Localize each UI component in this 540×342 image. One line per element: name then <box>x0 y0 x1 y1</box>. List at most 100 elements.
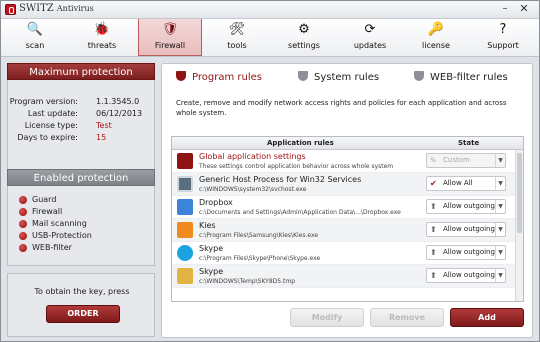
add-button[interactable]: Add <box>450 308 524 327</box>
chevron-down-icon: ▼ <box>495 154 505 167</box>
kies-icon <box>177 222 193 238</box>
app-path: c:\Documents and Settings\Admin\Applicat… <box>199 209 401 216</box>
remove-button[interactable]: Remove <box>370 308 444 327</box>
refresh-icon: ⟳ <box>364 22 376 37</box>
toolbar-label: tools <box>227 41 247 50</box>
question-icon: ? <box>499 22 507 37</box>
title-bar: SWITZ Antivirus – ✕ <box>1 1 539 19</box>
app-name: Global application settings <box>199 152 306 161</box>
feature-item: Firewall <box>19 207 62 216</box>
skype-icon <box>177 245 193 261</box>
state-label: Allow outgoing <box>443 248 495 256</box>
app-path: These settings control application behav… <box>199 163 394 170</box>
app-name: Skype <box>199 267 224 276</box>
modify-button[interactable]: Modify <box>290 308 364 327</box>
feature-item: Guard <box>19 195 56 204</box>
enabled-header: Enabled protection <box>7 169 155 186</box>
app-path: c:\WINDOWS\system32\svchost.exe <box>199 186 307 193</box>
bug-icon: 🐞 <box>93 22 111 37</box>
main-toolbar: 🔍 scan 🐞 threats 🛡 Firewall 🛠 tools ⚙ se… <box>1 19 539 57</box>
arrow-up-icon: ⬆ <box>430 202 437 211</box>
chevron-down-icon[interactable]: ▼ <box>495 223 505 236</box>
dropbox-icon <box>177 199 193 215</box>
table-row[interactable]: Skype c:\WINDOWS\Temp\SKY8D5.tmp ⬆ Allow… <box>172 265 515 288</box>
app-name: Dropbox <box>199 198 233 207</box>
info-key: Last update: <box>27 109 78 118</box>
info-key: License type: <box>24 121 78 130</box>
toolbar-label: license <box>422 41 450 50</box>
order-button[interactable]: ORDER <box>46 305 120 323</box>
table-row[interactable]: Kies c:\Program Files\Samsung\Kies\Kies.… <box>172 219 515 242</box>
toolbar-scan[interactable]: 🔍 scan <box>3 19 67 56</box>
chevron-down-icon[interactable]: ▼ <box>495 200 505 213</box>
scrollbar-thumb[interactable] <box>517 153 522 233</box>
minimize-button[interactable]: – <box>498 3 512 16</box>
feature-item: USB-Protection <box>19 231 92 240</box>
tab-web-filter-rules[interactable]: WEB-filter rules <box>414 71 508 83</box>
toolbar-threats[interactable]: 🐞 threats <box>70 19 134 56</box>
status-dot-icon <box>19 208 27 216</box>
info-key: Program version: <box>9 97 78 106</box>
tab-system-rules[interactable]: System rules <box>298 71 379 83</box>
version-value: 1.1.3545.0 <box>96 97 140 106</box>
app-name: Skype <box>199 244 224 253</box>
shield-icon <box>298 71 308 81</box>
panel-description: Create, remove and modify network access… <box>176 99 507 117</box>
key-icon: 🔑 <box>427 22 445 37</box>
order-text: To obtain the key, press <box>34 287 130 296</box>
arrow-up-icon: ⬆ <box>430 271 437 280</box>
shield-icon <box>414 71 424 81</box>
state-select[interactable]: ⬆ Allow outgoing ▼ <box>426 222 506 237</box>
expire-value: 15 <box>96 133 107 142</box>
table-row[interactable]: Skype c:\Program Files\Skype\Phone\Skype… <box>172 242 515 265</box>
toolbar-label: settings <box>288 41 320 50</box>
protection-info: Program version: 1.1.3545.0 Last update:… <box>7 80 155 170</box>
enabled-list: Guard Firewall Mail scanning USB-Protect… <box>7 186 155 266</box>
magnifier-icon: 🔍 <box>26 22 44 37</box>
state-label: Allow outgoing <box>443 225 495 233</box>
chevron-down-icon[interactable]: ▼ <box>495 177 505 190</box>
table-scrollbar[interactable] <box>515 150 523 301</box>
state-select[interactable]: ⬆ Allow outgoing ▼ <box>426 199 506 214</box>
gear-icon: ⚙ <box>298 22 310 37</box>
toolbar-updates[interactable]: ⟳ updates <box>338 19 402 56</box>
feature-item: Mail scanning <box>19 219 87 228</box>
toolbar-firewall[interactable]: 🛡 Firewall <box>138 19 202 56</box>
tab-program-rules[interactable]: Program rules <box>176 71 262 83</box>
table-row[interactable]: Global application settings These settin… <box>172 150 515 173</box>
chevron-down-icon[interactable]: ▼ <box>495 246 505 259</box>
status-dot-icon <box>19 196 27 204</box>
toolbar-label: scan <box>25 41 45 50</box>
chevron-down-icon[interactable]: ▼ <box>495 269 505 282</box>
state-label: Custom <box>443 156 470 164</box>
state-label: Allow outgoing <box>443 271 495 279</box>
toolbar-tools[interactable]: 🛠 tools <box>205 19 269 56</box>
state-select[interactable]: ⬆ Allow outgoing ▼ <box>426 268 506 283</box>
toolbar-license[interactable]: 🔑 license <box>404 19 468 56</box>
global-settings-icon <box>177 153 193 169</box>
protection-header: Maximum protection <box>7 63 155 80</box>
firewall-panel: Program rules System rules WEB-filter ru… <box>161 63 533 338</box>
table-row[interactable]: Dropbox c:\Documents and Settings\Admin\… <box>172 196 515 219</box>
state-select[interactable]: ⬆ Allow outgoing ▼ <box>426 245 506 260</box>
check-icon: ✔ <box>430 179 437 188</box>
shield-icon: 🛡 <box>161 22 179 37</box>
table-row[interactable]: Generic Host Process for Win32 Services … <box>172 173 515 196</box>
state-select[interactable]: ✔ Allow All ▼ <box>426 176 506 191</box>
status-panel: Maximum protection Program version: 1.1.… <box>7 63 155 338</box>
arrow-up-icon: ⬆ <box>430 225 437 234</box>
order-box: To obtain the key, press ORDER <box>7 273 155 337</box>
feature-item: WEB-filter <box>19 243 72 252</box>
app-name: Kies <box>199 221 216 230</box>
close-button[interactable]: ✕ <box>517 3 531 16</box>
package-icon <box>177 268 193 284</box>
app-name: Generic Host Process for Win32 Services <box>199 175 362 184</box>
toolbar-settings[interactable]: ⚙ settings <box>272 19 336 56</box>
col-application-rules: Application rules <box>267 139 334 147</box>
toolbar-support[interactable]: ? Support <box>471 19 535 56</box>
app-logo-icon <box>5 4 16 15</box>
shield-icon <box>176 71 186 81</box>
status-dot-icon <box>19 220 27 228</box>
app-path: c:\WINDOWS\Temp\SKY8D5.tmp <box>199 278 296 285</box>
status-dot-icon <box>19 232 27 240</box>
